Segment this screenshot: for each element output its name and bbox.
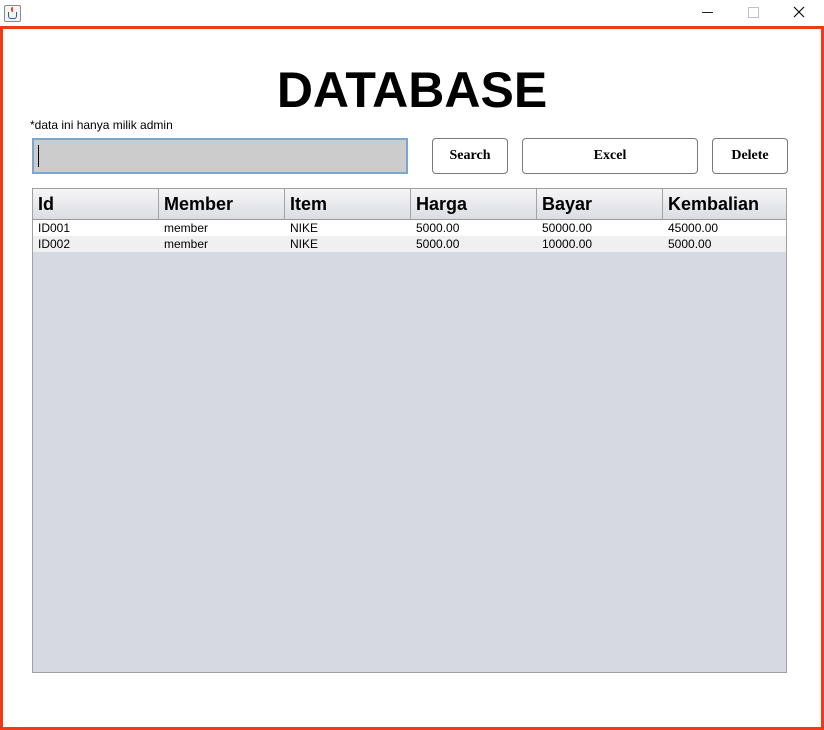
search-button[interactable]: Search	[432, 138, 508, 174]
column-header-id[interactable]: Id	[33, 189, 159, 219]
table-cell: member	[164, 221, 209, 235]
excel-button[interactable]: Excel	[522, 138, 698, 174]
table-cell: NIKE	[290, 221, 319, 235]
table-cell: NIKE	[290, 237, 319, 251]
search-input[interactable]	[32, 138, 408, 174]
page-title: DATABASE	[276, 62, 548, 118]
delete-button[interactable]: Delete	[712, 138, 788, 174]
table-cell: member	[164, 237, 209, 251]
table-cell: 45000.00	[668, 221, 719, 235]
close-icon	[793, 6, 805, 18]
text-caret	[38, 145, 39, 167]
admin-note: *data ini hanya milik admin	[30, 118, 173, 132]
table-cell: ID001	[38, 221, 71, 235]
table-cell: 5000.00	[668, 237, 712, 251]
table-cell: 5000.00	[416, 221, 460, 235]
minimize-icon	[702, 12, 713, 13]
data-table[interactable]: Id Member Item Harga Bayar Kembalian ID0…	[32, 188, 787, 673]
java-cup-icon[interactable]	[4, 5, 21, 22]
table-cell: 5000.00	[416, 237, 460, 251]
title-bar	[0, 0, 824, 26]
table-row[interactable]: ID001 member NIKE 5000.00 50000.00 45000…	[33, 220, 786, 236]
maximize-button[interactable]	[730, 0, 776, 26]
column-header-kembalian[interactable]: Kembalian	[663, 189, 786, 219]
table-cell: ID002	[38, 237, 71, 251]
close-button[interactable]	[776, 0, 822, 26]
column-header-item[interactable]: Item	[285, 189, 411, 219]
table-cell: 50000.00	[542, 221, 593, 235]
table-cell: 10000.00	[542, 237, 593, 251]
maximize-icon	[748, 7, 759, 18]
minimize-button[interactable]	[684, 0, 730, 26]
column-header-member[interactable]: Member	[159, 189, 285, 219]
table-header: Id Member Item Harga Bayar Kembalian	[33, 189, 786, 220]
main-panel: DATABASE *data ini hanya milik admin Sea…	[0, 26, 824, 730]
column-header-bayar[interactable]: Bayar	[537, 189, 663, 219]
column-header-harga[interactable]: Harga	[411, 189, 537, 219]
table-row[interactable]: ID002 member NIKE 5000.00 10000.00 5000.…	[33, 236, 786, 252]
